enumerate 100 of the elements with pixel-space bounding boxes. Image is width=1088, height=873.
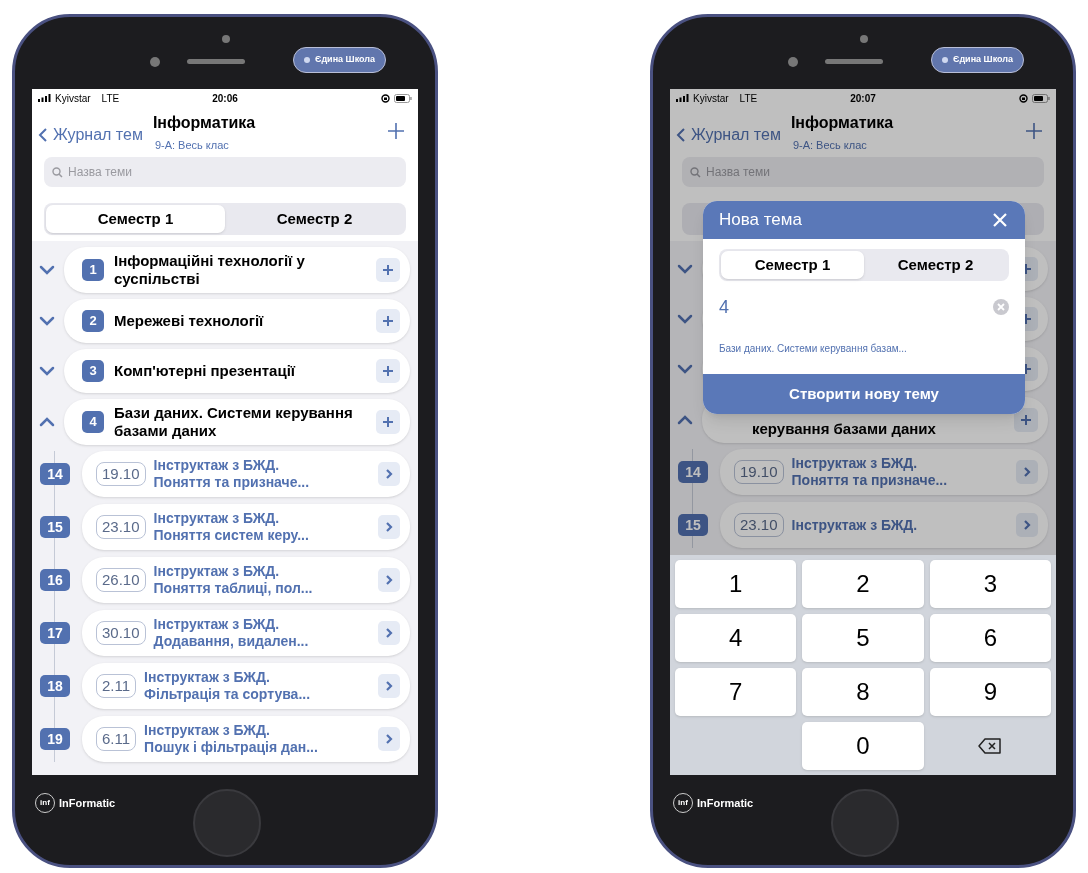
backspace-icon <box>978 738 1003 754</box>
lesson-number: 19 <box>40 728 70 750</box>
plus-icon <box>387 122 405 140</box>
digit-key[interactable]: 6 <box>929 614 1051 662</box>
lock-rotation-icon <box>1019 93 1028 103</box>
lesson-number: 14 <box>40 463 70 485</box>
digit-key[interactable]: 4 <box>675 614 797 662</box>
lesson-title: Інструктаж з БЖД. <box>153 510 281 527</box>
carrier-name: Kyivstar <box>55 91 91 106</box>
lesson-number: 14 <box>678 461 708 483</box>
topic-title: керування базами даних <box>752 420 937 438</box>
open-button[interactable] <box>378 462 400 486</box>
semester-tab[interactable]: Семестр 1 <box>46 205 225 233</box>
speaker-grille <box>825 59 883 64</box>
brand-name: InFormatic <box>697 795 754 811</box>
open-button[interactable] <box>378 727 400 751</box>
search-field[interactable]: Назва теми <box>682 157 1044 187</box>
clear-icon <box>993 299 1009 315</box>
add-button[interactable] <box>1014 408 1038 432</box>
signal-icon <box>676 94 690 102</box>
semester-tab[interactable]: Семестр 2 <box>864 251 1007 279</box>
topic-card[interactable]: 4 Бази даних. Системи керування базами даних <box>64 399 410 445</box>
lesson-title: Інструктаж з БЖД. <box>791 516 919 534</box>
digit-key[interactable]: 1 <box>675 560 797 608</box>
lesson-subtitle: Поняття та призначе... <box>791 472 949 489</box>
add-button[interactable] <box>376 359 400 383</box>
chevron-right-icon <box>385 521 393 533</box>
semester-tab[interactable]: Семестр 2 <box>225 205 404 233</box>
open-button[interactable] <box>378 515 400 539</box>
open-button[interactable] <box>1016 513 1038 537</box>
chevron-right-icon <box>1023 466 1031 478</box>
chevron-right-icon <box>385 627 393 639</box>
lesson-title: Інструктаж з БЖД. <box>791 455 919 472</box>
brand-name: InFormatic <box>59 795 116 811</box>
speaker-grille <box>187 59 245 64</box>
class-subtitle: 9-А: Весь клас <box>154 138 230 153</box>
plus-icon <box>382 315 394 327</box>
digit-key[interactable]: 0 <box>802 722 924 770</box>
lesson-date: 26.10 <box>96 568 146 592</box>
lesson-card[interactable]: 6.11 Інструктаж з БЖД. Пошук і фільтрація дан... <box>82 716 410 762</box>
topic-card[interactable]: 2 Мережеві технології <box>64 299 410 343</box>
plus-icon <box>382 264 394 276</box>
topic-card[interactable]: 3 Комп'ютерні презентації <box>64 349 410 393</box>
open-button[interactable] <box>378 674 400 698</box>
digit-key[interactable]: 8 <box>802 668 924 716</box>
lesson-date: 19.10 <box>734 460 784 484</box>
digit-key[interactable]: 7 <box>675 668 797 716</box>
lesson-date: 23.10 <box>96 515 146 539</box>
create-topic-button[interactable]: Створити нову тему <box>703 374 1025 414</box>
digit-key[interactable]: 9 <box>929 668 1051 716</box>
add-button[interactable] <box>376 258 400 282</box>
chevron-left-icon <box>38 127 48 143</box>
plus-icon <box>382 365 394 377</box>
digit-key[interactable]: 3 <box>929 560 1051 608</box>
chevron-right-icon <box>385 733 393 745</box>
back-button[interactable]: Журнал тем <box>38 123 143 147</box>
lesson-subtitle: Додавання, видален... <box>153 633 310 650</box>
lesson-date: 23.10 <box>734 513 784 537</box>
lesson-date: 19.10 <box>96 462 146 486</box>
plus-icon <box>1020 414 1032 426</box>
back-button[interactable]: Журнал тем <box>676 123 781 147</box>
chevron-right-icon <box>385 680 393 692</box>
badge-label: Єдина Школа <box>315 53 376 67</box>
lesson-number: 15 <box>678 514 708 536</box>
lesson-title: Інструктаж з БЖД. <box>153 457 281 474</box>
open-button[interactable] <box>378 568 400 592</box>
close-button[interactable] <box>991 211 1009 229</box>
digit-key[interactable]: 5 <box>802 614 924 662</box>
lesson-title: Інструктаж з БЖД. <box>153 616 281 633</box>
open-button[interactable] <box>1016 460 1038 484</box>
lesson-subtitle: Поняття та призначе... <box>153 474 311 491</box>
topic-suggestion[interactable]: Бази даних. Системи керування базам... <box>719 341 1009 356</box>
chevron-right-icon <box>1023 519 1031 531</box>
topic-number: 1 <box>82 259 104 281</box>
lesson-number: 17 <box>40 622 70 644</box>
topic-input-field[interactable]: 4 <box>719 293 993 321</box>
search-field[interactable]: Назва теми <box>44 157 406 187</box>
open-button[interactable] <box>378 621 400 645</box>
topic-card[interactable]: 1 Інформаційні технології у суспільстві <box>64 247 410 293</box>
add-button[interactable] <box>376 410 400 434</box>
lesson-number: 18 <box>40 675 70 697</box>
dialog-title: Нова тема <box>719 209 802 232</box>
screen-title: Інформатика <box>152 113 257 133</box>
lesson-card[interactable]: 23.10 Інструктаж з БЖД. <box>720 502 1048 548</box>
lesson-title: Інструктаж з БЖД. <box>153 563 281 580</box>
lock-rotation-icon <box>381 93 390 103</box>
chevron-right-icon <box>385 574 393 586</box>
digit-key[interactable]: 2 <box>802 560 924 608</box>
semester-tab[interactable]: Семестр 1 <box>721 251 864 279</box>
lesson-subtitle: Фільтрація та сортува... <box>144 686 312 703</box>
lesson-number: 16 <box>40 569 70 591</box>
add-button[interactable] <box>376 309 400 333</box>
status-time: 20:06 <box>212 91 238 106</box>
topic-title: Мережеві технології <box>114 312 265 330</box>
battery-icon <box>394 93 412 103</box>
signal-icon <box>38 94 52 102</box>
screen-title: Інформатика <box>790 113 895 133</box>
lesson-date: 30.10 <box>96 621 146 645</box>
add-button[interactable] <box>386 121 406 141</box>
topic-title: Комп'ютерні презентації <box>114 362 297 380</box>
